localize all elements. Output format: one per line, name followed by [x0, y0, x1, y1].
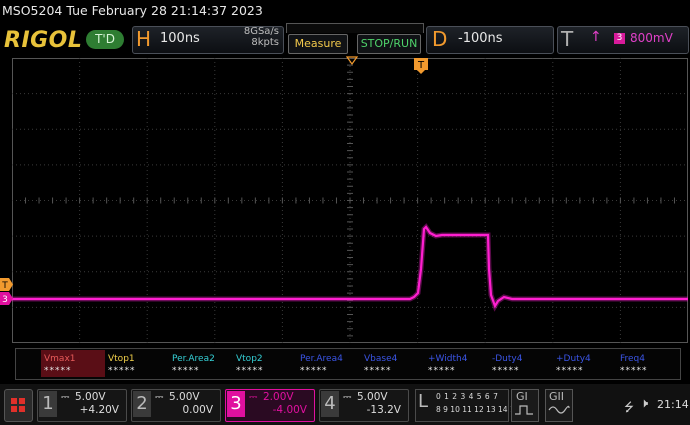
- measurement-value: *****: [108, 366, 136, 376]
- measurement-label[interactable]: Vbase4: [364, 353, 397, 365]
- channel-2-offset[interactable]: 0.00V: [151, 404, 213, 416]
- dc-coupling-icon: ⎓: [249, 391, 258, 403]
- measurement-value: *****: [300, 366, 328, 376]
- measurement-label[interactable]: +Duty4: [556, 353, 591, 365]
- clock: 21:14: [657, 398, 689, 411]
- channel-4-button[interactable]: 4: [321, 391, 339, 417]
- measurement-label[interactable]: Per.Area4: [300, 353, 343, 365]
- brand-logo: RIGOL: [4, 28, 83, 53]
- home-icon: [11, 398, 25, 412]
- measurement-value: *****: [620, 366, 648, 376]
- trigger-level[interactable]: 800mV: [630, 31, 673, 45]
- trigger-label: T: [561, 27, 574, 51]
- measurement-label[interactable]: Vtop1: [108, 353, 135, 365]
- logic-channels-high: 8 9 10 11 12 13 14 15: [436, 405, 520, 414]
- rising-edge-icon: ↑: [590, 29, 602, 45]
- dc-coupling-icon: ⎓: [155, 391, 164, 403]
- memory-depth: 8kpts: [251, 37, 279, 48]
- stop-run-button[interactable]: STOP/RUN: [357, 34, 421, 54]
- measurement-label[interactable]: -Duty4: [492, 353, 522, 365]
- measurement-value: *****: [428, 366, 456, 376]
- measurement-value: *****: [492, 366, 520, 376]
- sine-wave-icon: [548, 405, 570, 414]
- delay-label: D: [432, 27, 448, 51]
- measure-button[interactable]: Measure: [288, 34, 348, 54]
- generator-1-label: GI: [516, 390, 528, 403]
- channel-3-scale[interactable]: 2.00V: [263, 391, 294, 403]
- measurement-label[interactable]: Vmax1: [44, 353, 76, 365]
- sample-rate: 8GSa/s: [243, 26, 279, 37]
- delay-marker-icon[interactable]: T: [414, 58, 428, 74]
- timebase-value[interactable]: 100ns: [160, 31, 200, 46]
- channel-1-scale[interactable]: 5.00V: [75, 391, 106, 403]
- measurement-label[interactable]: Per.Area2: [172, 353, 215, 365]
- usb-icon: ⭍: [624, 400, 634, 414]
- measurement-value: *****: [364, 366, 392, 376]
- channel-1-offset[interactable]: +4.20V: [57, 404, 119, 416]
- trigger-level-marker-label: T: [1, 281, 8, 291]
- channel-3-button[interactable]: 3: [227, 391, 245, 417]
- measurement-value: *****: [556, 366, 584, 376]
- measurement-label[interactable]: Vtop2: [236, 353, 263, 365]
- logic-channels-low: 0 1 2 3 4 5 6 7: [436, 392, 499, 401]
- trigger-source: 3: [614, 33, 625, 44]
- horizontal-label: H: [136, 27, 152, 51]
- dc-coupling-icon: ⎓: [61, 391, 70, 403]
- volume-icon[interactable]: 🕨: [640, 396, 648, 411]
- delay-value[interactable]: -100ns: [458, 31, 503, 46]
- waveform-display[interactable]: [12, 58, 688, 343]
- channel-4-scale[interactable]: 5.00V: [357, 391, 388, 403]
- logic-label: L: [418, 391, 429, 412]
- measurement-value: *****: [236, 366, 264, 376]
- channel-2-button[interactable]: 2: [133, 391, 151, 417]
- square-wave-icon: [515, 405, 533, 415]
- channel-4-offset[interactable]: -13.2V: [339, 404, 401, 416]
- channel-3-offset-label: 3: [2, 295, 8, 305]
- window-title: MSO5204 Tue February 28 21:14:37 2023: [2, 3, 263, 18]
- measurement-value: *****: [44, 366, 72, 376]
- dc-coupling-icon: ⎓: [343, 391, 352, 403]
- acquisition-info: 8GSa/s 8kpts: [231, 26, 279, 48]
- generator-2-label: GII: [549, 390, 565, 403]
- delay-marker-label: T: [417, 60, 425, 71]
- channel-2-scale[interactable]: 5.00V: [169, 391, 200, 403]
- run-status-badge[interactable]: T'D: [86, 30, 124, 49]
- measurement-label[interactable]: Freq4: [620, 353, 645, 365]
- channel-1-button[interactable]: 1: [39, 391, 57, 417]
- channel-3-offset[interactable]: -4.00V: [245, 404, 307, 416]
- home-button[interactable]: [4, 389, 33, 422]
- trigger-position-strip: [286, 23, 424, 33]
- trigger-level-marker[interactable]: T: [0, 278, 14, 291]
- measurement-label[interactable]: +Width4: [428, 353, 467, 365]
- trigger-position-marker: [346, 56, 358, 66]
- channel-3-offset-marker[interactable]: 3: [0, 292, 14, 305]
- measurement-value: *****: [172, 366, 200, 376]
